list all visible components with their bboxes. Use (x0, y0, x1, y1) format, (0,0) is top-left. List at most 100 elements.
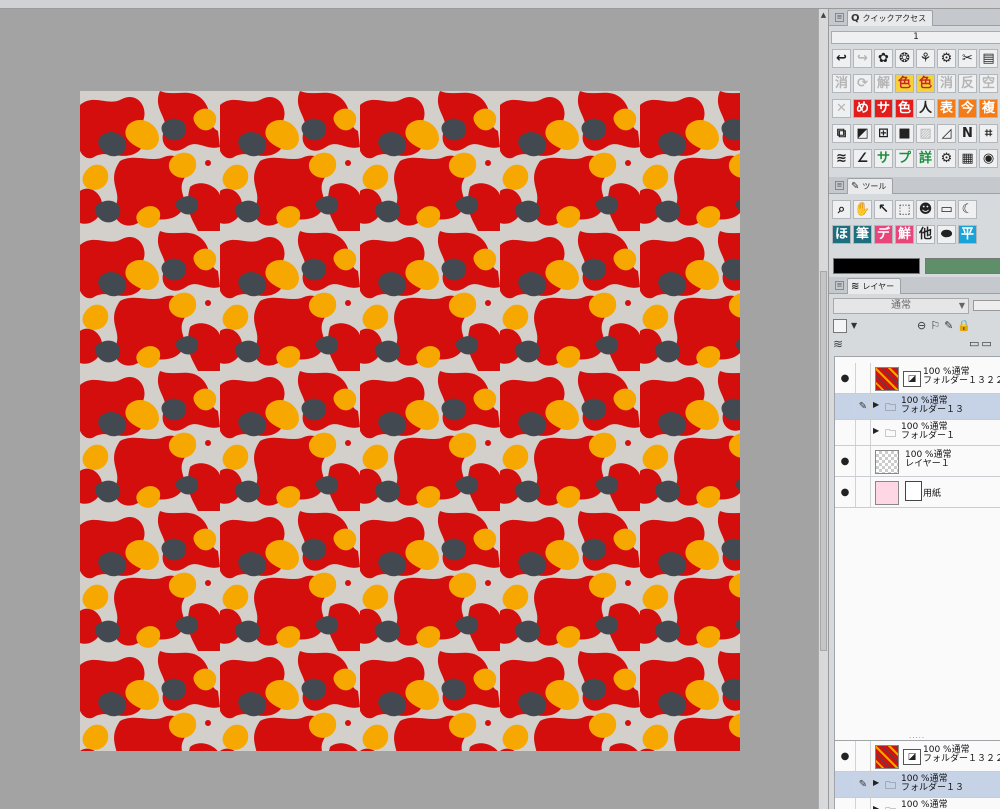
command-button[interactable]: サ (874, 149, 893, 168)
command-button[interactable]: ✿ (874, 49, 893, 68)
command-button[interactable]: ◿ (937, 124, 956, 143)
command-button[interactable]: 色 (895, 74, 914, 93)
visibility-eye-icon[interactable]: ● (835, 741, 855, 771)
edit-target-pen-icon[interactable]: ✎ (855, 394, 871, 419)
command-button[interactable]: ✂ (958, 49, 977, 68)
folder-row[interactable]: ✎ ▶ 🗀 100 %通常 フォルダー１３ (835, 394, 1000, 420)
layer-row[interactable]: ● 100 %通常 レイヤー１ (835, 446, 1000, 477)
folder-row[interactable]: ▶ 🗀 100 %通常 (835, 798, 1000, 809)
command-button[interactable]: ⧉ (832, 124, 851, 143)
command-button[interactable]: ⚙ (937, 149, 956, 168)
command-button[interactable]: ❂ (895, 49, 914, 68)
layer-row[interactable]: ● ◪ 100 %通常 フォルダー１３２２ (835, 741, 1000, 772)
command-button[interactable]: 人 (916, 99, 935, 118)
command-button[interactable]: ⟳ (853, 74, 872, 93)
visibility-eye-icon[interactable]: ● (835, 477, 855, 507)
command-button[interactable]: ⚘ (916, 49, 935, 68)
panel-grip-icon[interactable]: ≡ (835, 13, 844, 22)
scrollbar-thumb[interactable] (820, 271, 827, 651)
visibility-eye-icon[interactable] (835, 772, 855, 797)
clip-icon[interactable]: ⊖ (917, 319, 926, 333)
command-button[interactable]: ▤ (979, 49, 998, 68)
layer-mask-icon[interactable]: ◪ (903, 749, 921, 765)
edit-target-pen-icon[interactable]: ✎ (855, 772, 871, 797)
folder-expand-triangle-icon[interactable]: ▶ (873, 804, 879, 809)
command-button[interactable]: 複 (979, 99, 998, 118)
folder-expand-triangle-icon[interactable]: ▶ (873, 400, 879, 409)
layer-row[interactable]: ● 用紙 (835, 477, 1000, 508)
command-button[interactable]: ≋ (832, 149, 851, 168)
command-button[interactable]: ☻ (916, 200, 935, 219)
layer-mask-icon[interactable]: ◪ (903, 371, 921, 387)
folder-expand-triangle-icon[interactable]: ▶ (873, 778, 879, 787)
command-button[interactable]: ⬬ (937, 225, 956, 244)
command-button[interactable]: ↖ (874, 200, 893, 219)
command-button[interactable]: ✕ (832, 99, 851, 118)
command-button[interactable]: 今 (958, 99, 977, 118)
edit-target-pen-icon[interactable] (855, 741, 871, 771)
command-button[interactable]: ■ (895, 124, 914, 143)
visibility-eye-icon[interactable]: ● (835, 446, 855, 476)
folder-row[interactable]: ✎ ▶ 🗀 100 %通常 フォルダー１３ (835, 772, 1000, 798)
new-raster-layer-icon[interactable]: ▭ (969, 337, 979, 350)
command-button[interactable]: ⚙ (937, 49, 956, 68)
command-button[interactable]: ▦ (958, 149, 977, 168)
edit-target-pen-icon[interactable] (855, 420, 871, 445)
vertical-scrollbar[interactable]: ▲ (818, 9, 828, 809)
command-button[interactable]: 筆 (853, 225, 872, 244)
layer-stack-icon[interactable]: ≋ (833, 337, 843, 351)
command-button[interactable]: ↩ (832, 49, 851, 68)
command-button[interactable]: ⬚ (895, 200, 914, 219)
command-button[interactable]: 消 (937, 74, 956, 93)
reference-icon[interactable]: ⚐ (930, 319, 940, 333)
command-button[interactable]: ⌕ (832, 200, 851, 219)
command-button[interactable]: サ (874, 99, 893, 118)
edit-target-pen-icon[interactable] (855, 446, 871, 476)
drawing-canvas[interactable] (80, 91, 740, 751)
layer-thumbnail[interactable] (875, 745, 899, 769)
command-button[interactable]: 反 (958, 74, 977, 93)
quick-access-set-selector[interactable]: 1 (831, 31, 1000, 44)
command-button[interactable]: 色 (895, 99, 914, 118)
command-button[interactable]: ◉ (979, 149, 998, 168)
draft-icon[interactable]: ✎ (944, 319, 953, 333)
folder-row[interactable]: ▶ 🗀 100 %通常 フォルダー１ (835, 420, 1000, 446)
visibility-eye-icon[interactable] (835, 798, 855, 809)
panel-grip-icon[interactable]: ≡ (835, 281, 844, 290)
command-button[interactable]: N (958, 124, 977, 143)
tab-tool[interactable]: ✎ ツール (847, 178, 894, 194)
command-button[interactable]: プ (895, 149, 914, 168)
command-button[interactable]: 表 (937, 99, 956, 118)
layer-row[interactable]: ● ◪ 100 %通常 フォルダー１３２２ (835, 363, 1000, 394)
command-button[interactable]: ほ (832, 225, 851, 244)
lock-icon[interactable]: 🔒 (957, 319, 971, 333)
command-button[interactable]: 解 (874, 74, 893, 93)
tab-quick-access[interactable]: Q クイックアクセス (847, 10, 934, 26)
main-color-swatch[interactable] (833, 258, 920, 274)
layer-thumbnail[interactable] (875, 367, 899, 391)
chevron-down-icon[interactable]: ▼ (851, 319, 861, 333)
new-vector-layer-icon[interactable]: ▭ (981, 337, 991, 350)
edit-target-pen-icon[interactable] (855, 363, 871, 393)
layer-thumbnail[interactable] (875, 481, 899, 505)
tab-layer[interactable]: ≋ レイヤー (847, 278, 902, 294)
canvas-area[interactable] (0, 9, 818, 809)
command-button[interactable]: ∠ (853, 149, 872, 168)
command-button[interactable]: ▨ (916, 124, 935, 143)
blend-mode-select[interactable]: 通常 ▼ (833, 298, 969, 314)
panel-grip-icon[interactable]: ≡ (835, 181, 844, 190)
command-button[interactable]: ☾ (958, 200, 977, 219)
command-button[interactable]: 消 (832, 74, 851, 93)
visibility-eye-icon[interactable]: ● (835, 363, 855, 393)
command-button[interactable]: 詳 (916, 149, 935, 168)
command-button[interactable]: 空 (979, 74, 998, 93)
command-button[interactable]: ⊞ (874, 124, 893, 143)
edit-target-pen-icon[interactable] (855, 798, 871, 809)
command-button[interactable]: 色 (916, 74, 935, 93)
command-button[interactable]: ◩ (853, 124, 872, 143)
scroll-up-arrow-icon[interactable]: ▲ (820, 11, 827, 19)
layer-color-box[interactable] (833, 319, 847, 333)
command-button[interactable]: ↪ (853, 49, 872, 68)
command-button[interactable]: ▭ (937, 200, 956, 219)
folder-expand-triangle-icon[interactable]: ▶ (873, 426, 879, 435)
